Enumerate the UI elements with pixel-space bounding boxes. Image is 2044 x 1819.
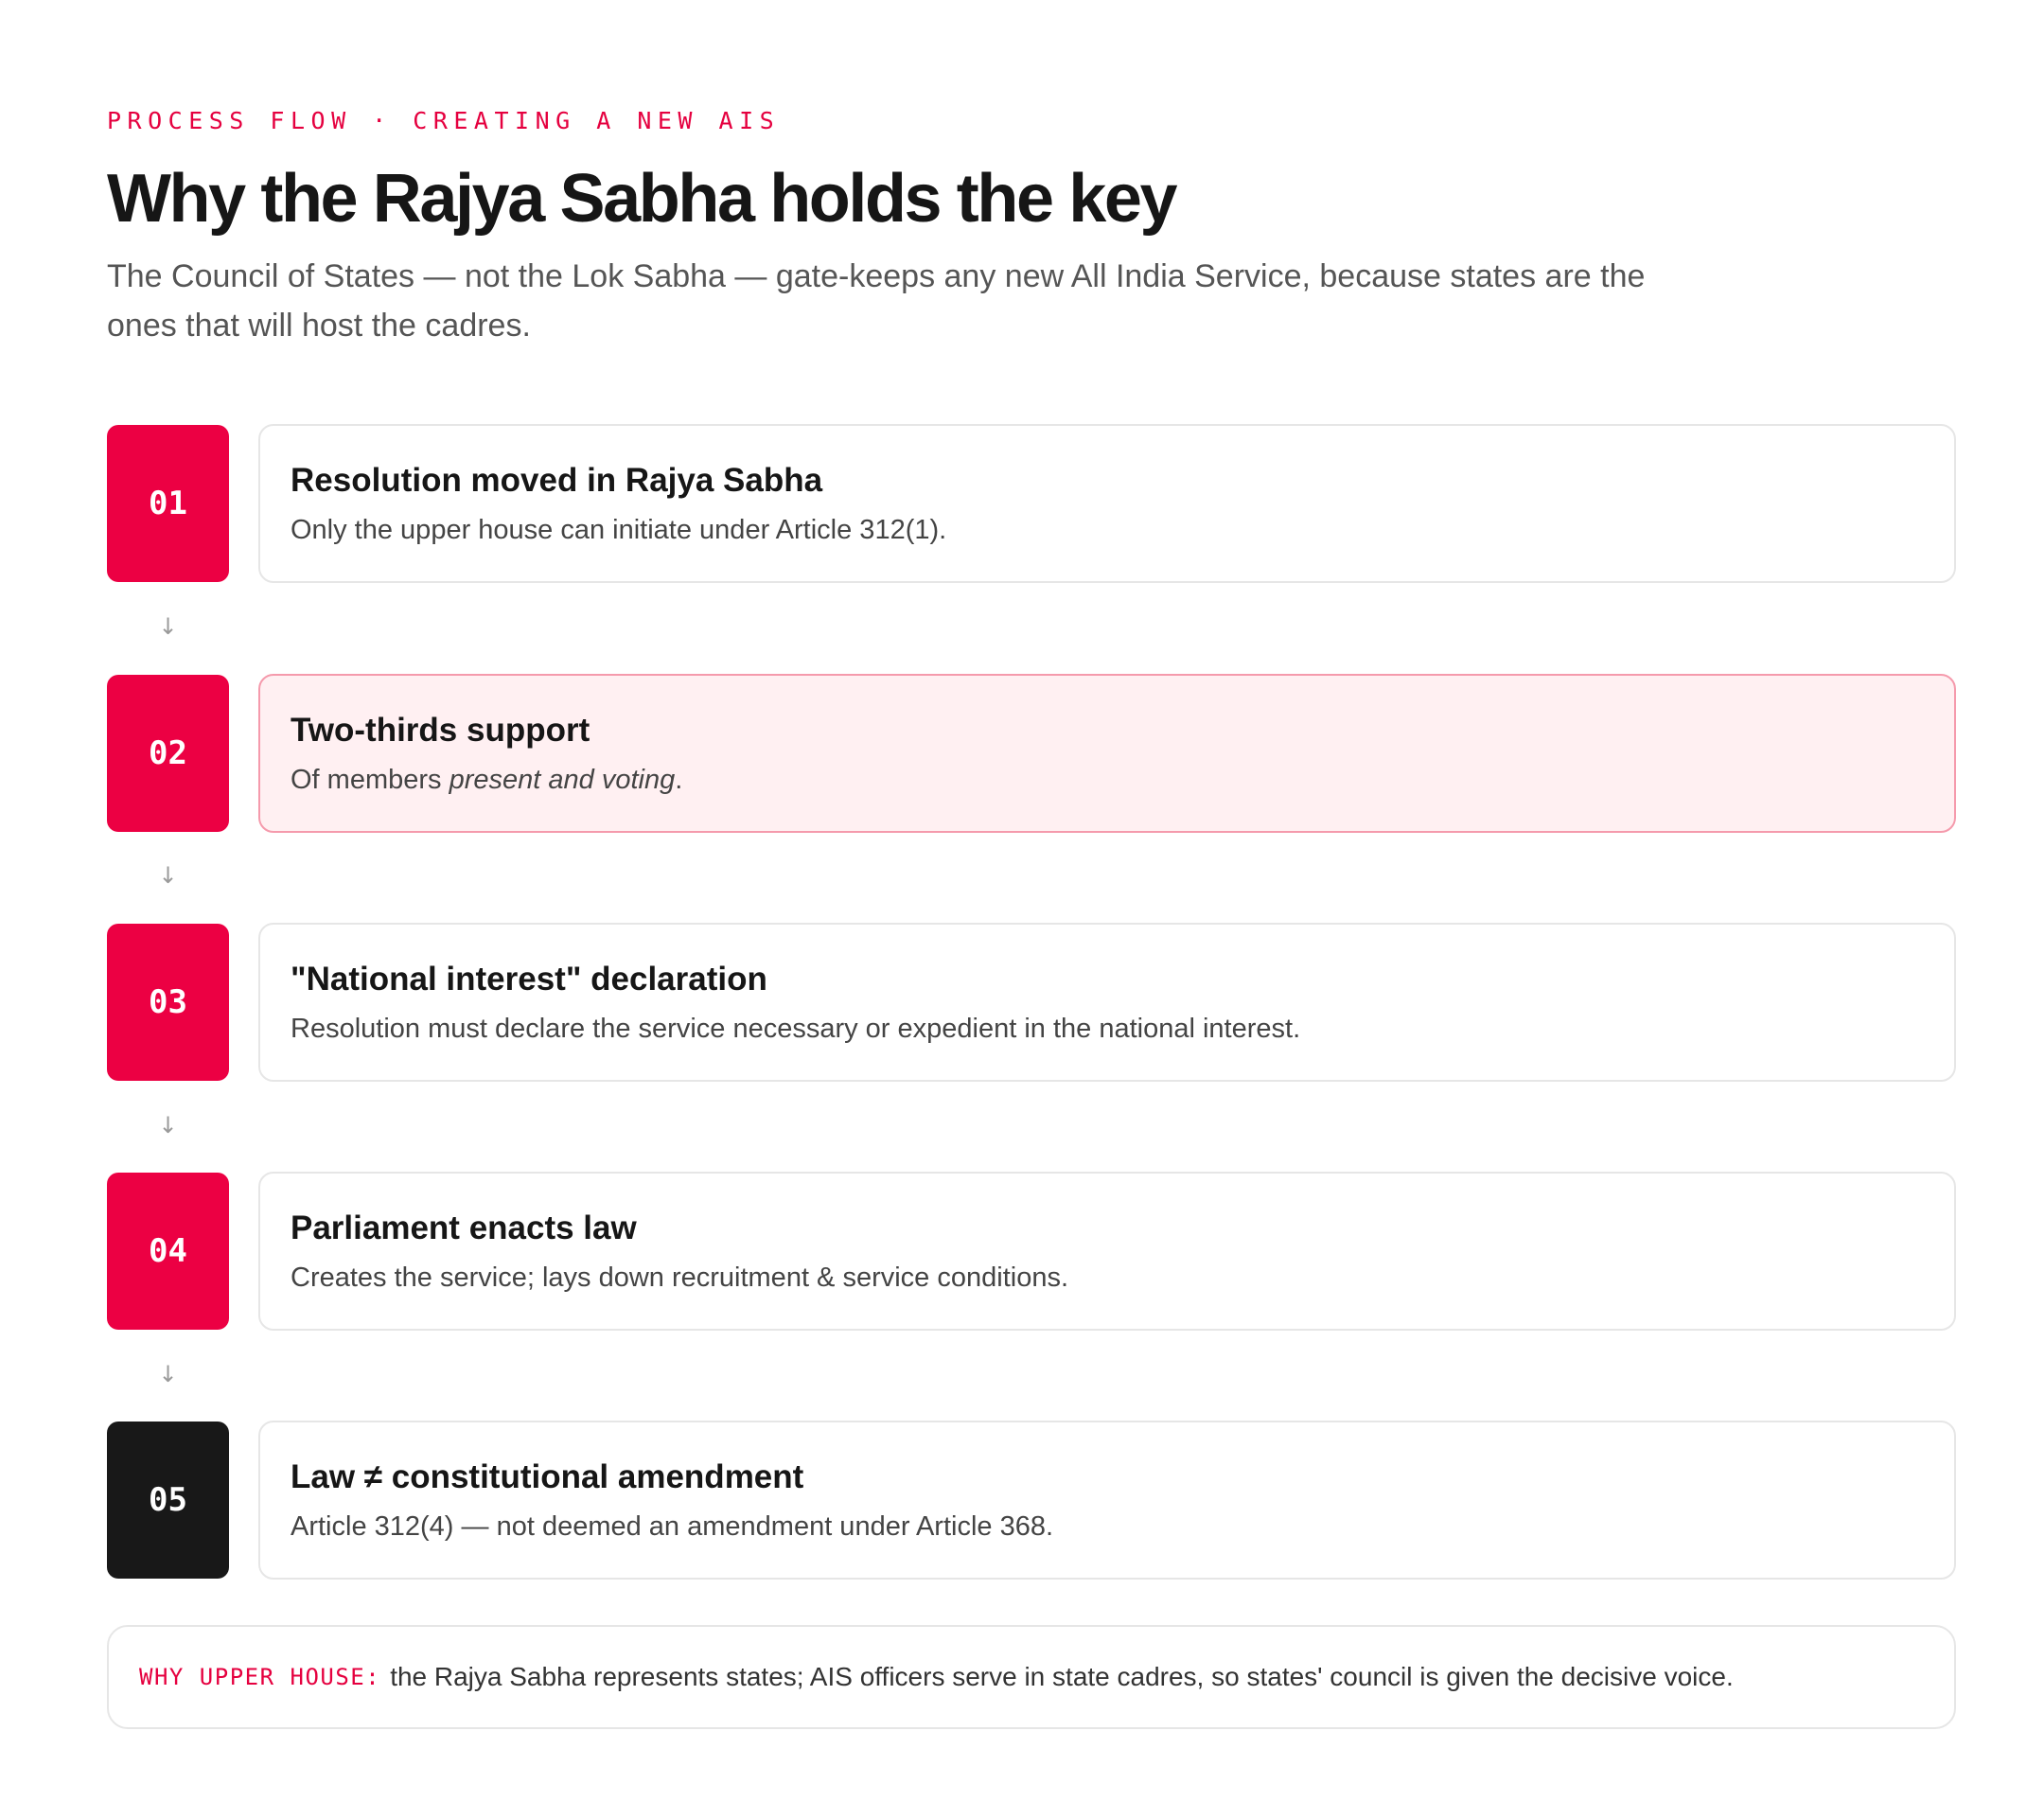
step-2: 02 Two-thirds support Of members present… [107,674,1956,833]
step-2-arrow-down-icon: ↓ [158,862,178,889]
step-1-card: Resolution moved in Rajya Sabha Only the… [258,424,1956,583]
step-4-card: Parliament enacts law Creates the servic… [258,1172,1956,1331]
step-1-description: Only the upper house can initiate under … [291,515,947,545]
note-text: the Rajya Sabha represents states; AIS o… [390,1662,1734,1691]
step-2-card: Two-thirds support Of members present an… [258,674,1956,833]
step-3-card: "National interest" declaration Resoluti… [258,923,1956,1082]
step-1-number-badge: 01 [107,425,229,582]
step-1-arrow-down-icon: ↓ [158,613,178,640]
step-1: 01 Resolution moved in Rajya Sabha Only … [107,424,1956,583]
step-2-title: Two-thirds support [291,712,590,749]
step-1-title: Resolution moved in Rajya Sabha [291,462,823,499]
step-5-title: Law ≠ constitutional amendment [291,1458,804,1495]
page-title: Why the Rajya Sabha holds the key [107,161,1178,237]
step-4-title: Parliament enacts law [291,1210,637,1246]
step-4-description: Creates the service; lays down recruitme… [291,1263,1069,1293]
step-3-description: Resolution must declare the service nece… [291,1014,1301,1044]
step-2-number-badge: 02 [107,675,229,832]
eyebrow-label: PROCESS FLOW · CREATING A NEW AIS [107,107,781,134]
step-2-description-prefix: Of members [291,765,449,795]
note-label: WHY UPPER HOUSE: [139,1664,381,1690]
step-3-number-badge: 03 [107,924,229,1081]
step-5-description: Article 312(4) — not deemed an amendment… [291,1511,1054,1542]
step-5-number-badge: 05 [107,1422,229,1579]
step-3: 03 "National interest" declaration Resol… [107,923,1956,1082]
step-2-description-suffix: . [675,765,683,795]
why-upper-house-note: WHY UPPER HOUSE: the Rajya Sabha represe… [107,1625,1956,1729]
step-2-description-emphasis: present and voting [449,765,676,795]
step-2-description: Of members present and voting. [291,765,682,796]
page-subtitle: The Council of States — not the Lok Sabh… [107,258,1646,344]
step-4-arrow-down-icon: ↓ [158,1361,178,1387]
step-3-arrow-down-icon: ↓ [158,1112,178,1139]
step-5: 05 Law ≠ constitutional amendment Articl… [107,1421,1956,1580]
step-3-title: "National interest" declaration [291,961,767,998]
step-4: 04 Parliament enacts law Creates the ser… [107,1172,1956,1331]
step-5-card: Law ≠ constitutional amendment Article 3… [258,1421,1956,1580]
step-4-number-badge: 04 [107,1173,229,1330]
